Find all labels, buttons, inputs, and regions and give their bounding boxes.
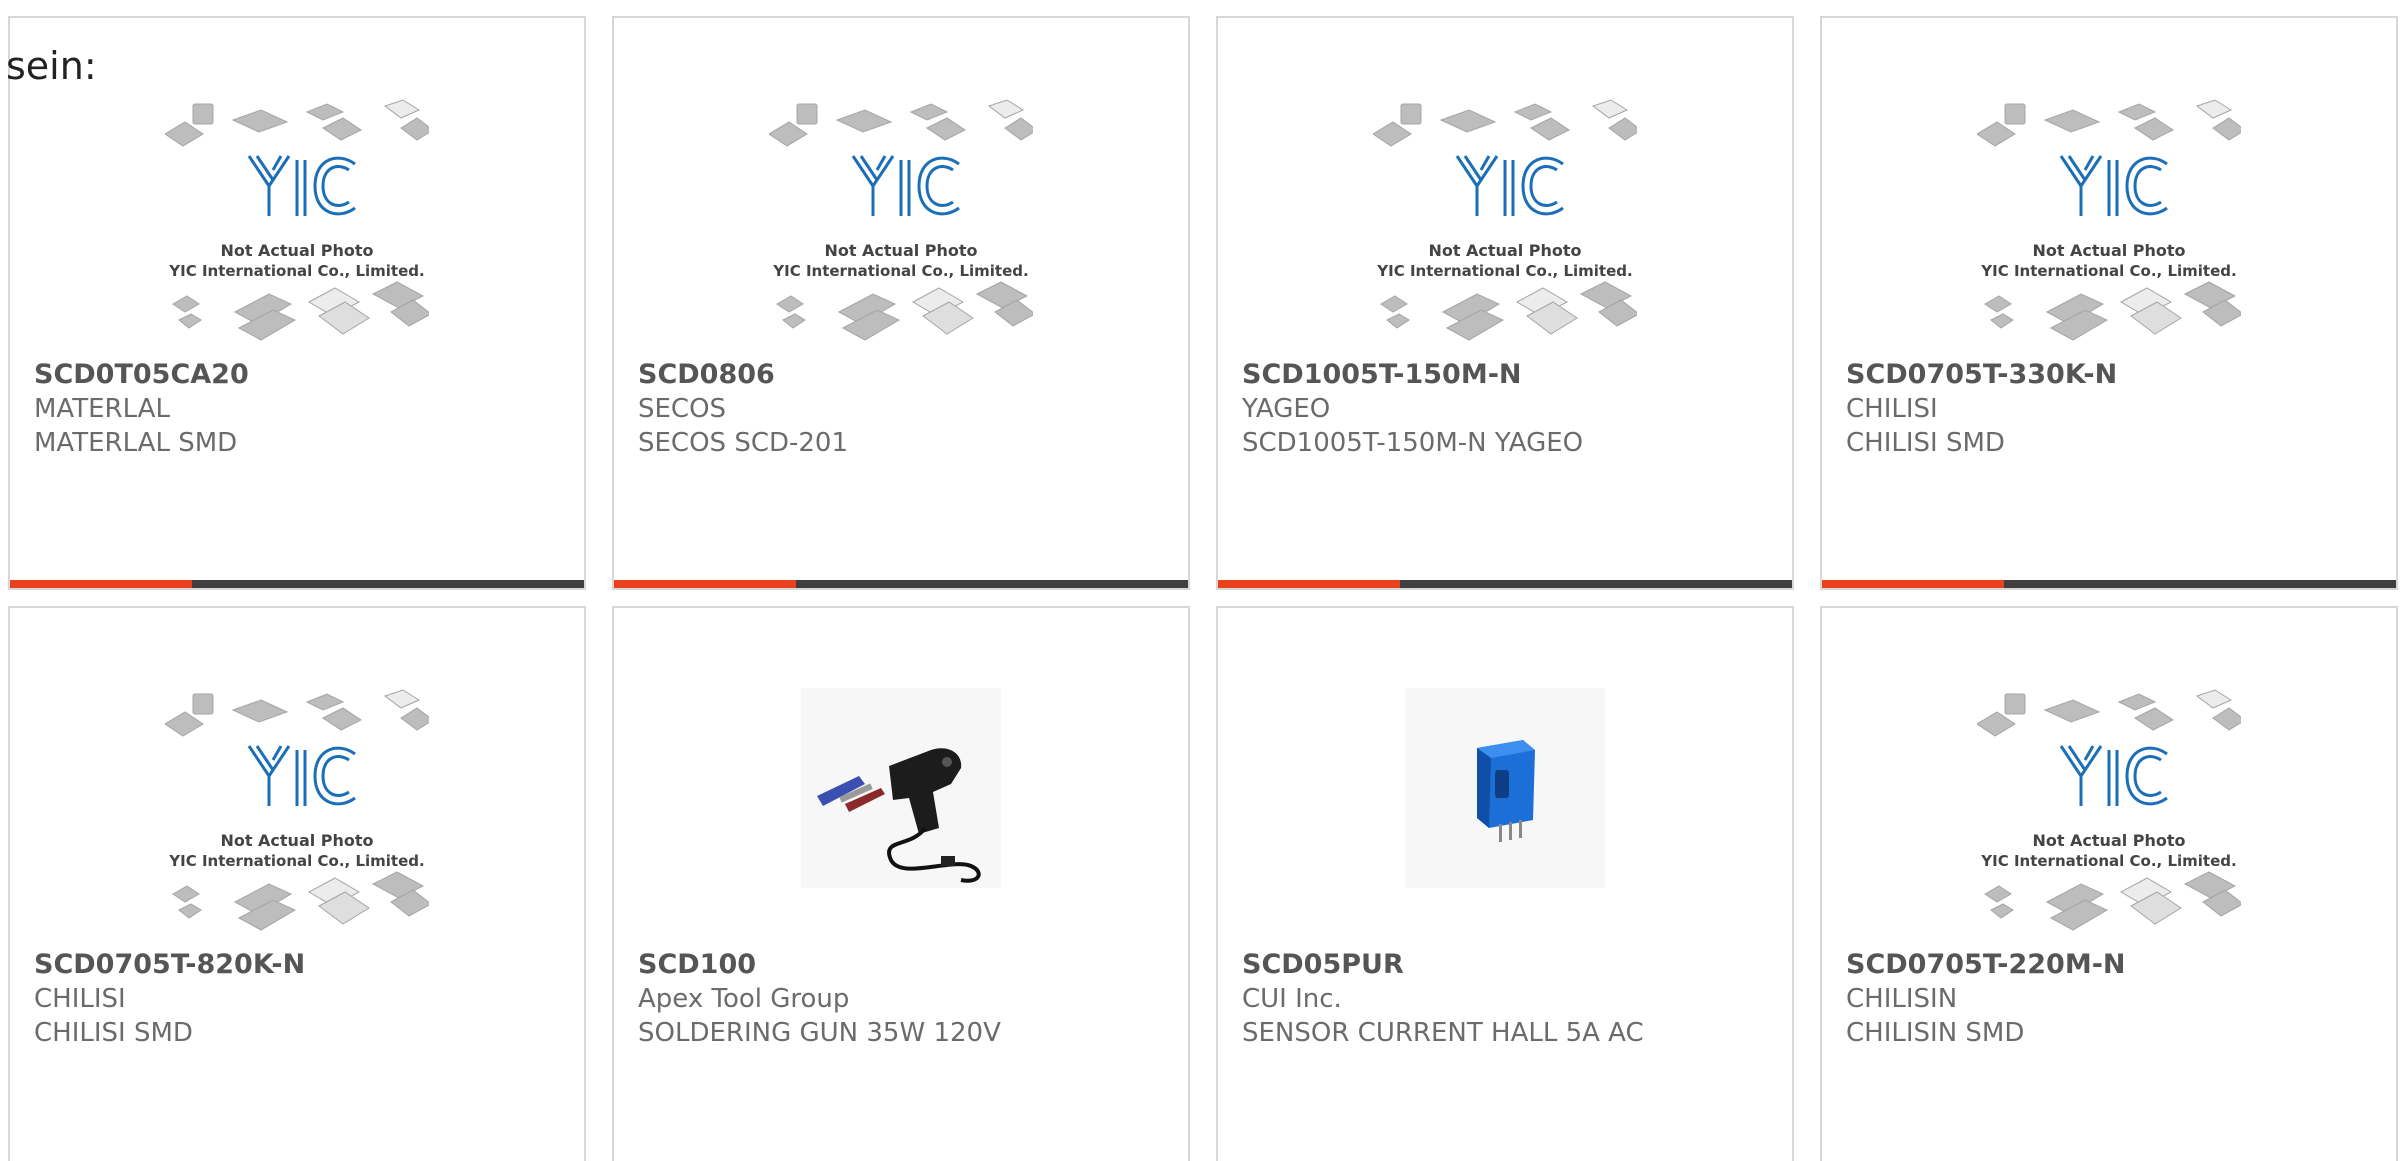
svg-text:Not Actual Photo: Not Actual Photo [2032, 831, 2185, 850]
part-number[interactable]: SCD0806 [638, 358, 1172, 392]
svg-text:Not Actual Photo: Not Actual Photo [220, 831, 373, 850]
svg-text:YIC International Co., Limited: YIC International Co., Limited. [772, 262, 1028, 280]
card-bottom-bar [614, 580, 1188, 588]
part-number[interactable]: SCD0705T-220M-N [1846, 948, 2380, 982]
manufacturer: YAGEO [1242, 394, 1331, 424]
product-photo [801, 688, 1001, 888]
product-info: SCD100 Apex Tool Group SOLDERING GUN 35W… [638, 948, 1172, 1050]
product-info: SCD1005T-150M-N YAGEO SCD1005T-150M-N YA… [1242, 358, 1776, 460]
product-card[interactable]: Not Actual Photo YIC International Co., … [1820, 16, 2398, 590]
product-info: SCD05PUR CUI Inc. SENSOR CURRENT HALL 5A… [1242, 948, 1776, 1050]
product-info: SCD0705T-220M-N CHILISIN CHILISIN SMD [1846, 948, 2380, 1050]
description: SOLDERING GUN 35W 120V [638, 1018, 1001, 1048]
placeholder-image: Not Actual Photo YIC International Co., … [1977, 98, 2241, 342]
part-number[interactable]: SCD0705T-330K-N [1846, 358, 2380, 392]
manufacturer: CHILISI [1846, 394, 1938, 424]
placeholder-image: Not Actual Photo YIC International Co., … [165, 688, 429, 932]
svg-text:Not Actual Photo: Not Actual Photo [2032, 241, 2185, 260]
svg-text:YIC International Co., Limited: YIC International Co., Limited. [1980, 852, 2236, 870]
product-photo [1405, 688, 1605, 888]
clipped-heading-text: sein: [6, 44, 97, 88]
svg-text:YIC International Co., Limited: YIC International Co., Limited. [168, 852, 424, 870]
svg-text:Not Actual Photo: Not Actual Photo [1428, 241, 1581, 260]
placeholder-image: Not Actual Photo YIC International Co., … [1977, 688, 2241, 932]
yic-placeholder-icon: Not Actual Photo YIC International Co., … [1977, 99, 2241, 341]
product-card[interactable]: Not Actual Photo YIC International Co., … [1820, 606, 2398, 1161]
yic-placeholder-icon: Not Actual Photo YIC International Co., … [1373, 99, 1637, 341]
card-accent-bar [1218, 580, 1400, 588]
part-number[interactable]: SCD0T05CA20 [34, 358, 568, 392]
part-number[interactable]: SCD0705T-820K-N [34, 948, 568, 982]
manufacturer: Apex Tool Group [638, 984, 850, 1014]
description: SENSOR CURRENT HALL 5A AC [1242, 1018, 1644, 1048]
description: SECOS SCD-201 [638, 428, 849, 458]
current-sensor-icon [1405, 688, 1605, 888]
card-accent-bar [614, 580, 796, 588]
manufacturer: CHILISIN [1846, 984, 1958, 1014]
placeholder-image: Not Actual Photo YIC International Co., … [165, 98, 429, 342]
description: SCD1005T-150M-N YAGEO [1242, 428, 1584, 458]
card-accent-bar [10, 580, 192, 588]
svg-text:Not Actual Photo: Not Actual Photo [220, 241, 373, 260]
part-number[interactable]: SCD100 [638, 948, 1172, 982]
product-info: SCD0806 SECOS SECOS SCD-201 [638, 358, 1172, 460]
card-bottom-bar [1822, 580, 2396, 588]
product-info: SCD0T05CA20 MATERLAL MATERLAL SMD [34, 358, 568, 460]
description: MATERLAL SMD [34, 428, 238, 458]
product-grid-page: Not Actual Photo YIC International Co., … [0, 0, 2400, 1161]
manufacturer: CUI Inc. [1242, 984, 1342, 1014]
soldering-gun-icon [801, 688, 1001, 888]
product-info: SCD0705T-330K-N CHILISI CHILISI SMD [1846, 358, 2380, 460]
product-card[interactable]: SCD100 Apex Tool Group SOLDERING GUN 35W… [612, 606, 1190, 1161]
part-number[interactable]: SCD05PUR [1242, 948, 1776, 982]
card-bottom-bar [10, 580, 584, 588]
yic-placeholder-icon: Not Actual Photo YIC International Co., … [769, 99, 1033, 341]
manufacturer: CHILISI [34, 984, 126, 1014]
svg-text:YIC International Co., Limited: YIC International Co., Limited. [168, 262, 424, 280]
svg-text:YIC International Co., Limited: YIC International Co., Limited. [1980, 262, 2236, 280]
product-card[interactable]: Not Actual Photo YIC International Co., … [612, 16, 1190, 590]
description: CHILISI SMD [1846, 428, 2005, 458]
placeholder-image: Not Actual Photo YIC International Co., … [769, 98, 1033, 342]
svg-text:YIC International Co., Limited: YIC International Co., Limited. [1376, 262, 1632, 280]
product-grid: Not Actual Photo YIC International Co., … [8, 16, 2398, 1161]
yic-placeholder-icon: Not Actual Photo YIC International Co., … [165, 99, 429, 341]
description: CHILISI SMD [34, 1018, 193, 1048]
placeholder-image: Not Actual Photo YIC International Co., … [1373, 98, 1637, 342]
yic-placeholder-icon: Not Actual Photo YIC International Co., … [1977, 689, 2241, 931]
yic-placeholder-icon: Not Actual Photo YIC International Co., … [165, 689, 429, 931]
product-card[interactable]: Not Actual Photo YIC International Co., … [1216, 16, 1794, 590]
card-bottom-bar [1218, 580, 1792, 588]
manufacturer: MATERLAL [34, 394, 170, 424]
manufacturer: SECOS [638, 394, 727, 424]
product-card[interactable]: SCD05PUR CUI Inc. SENSOR CURRENT HALL 5A… [1216, 606, 1794, 1161]
part-number[interactable]: SCD1005T-150M-N [1242, 358, 1776, 392]
product-card[interactable]: Not Actual Photo YIC International Co., … [8, 16, 586, 590]
card-accent-bar [1822, 580, 2004, 588]
product-info: SCD0705T-820K-N CHILISI CHILISI SMD [34, 948, 568, 1050]
description: CHILISIN SMD [1846, 1018, 2025, 1048]
product-card[interactable]: Not Actual Photo YIC International Co., … [8, 606, 586, 1161]
svg-text:Not Actual Photo: Not Actual Photo [824, 241, 977, 260]
